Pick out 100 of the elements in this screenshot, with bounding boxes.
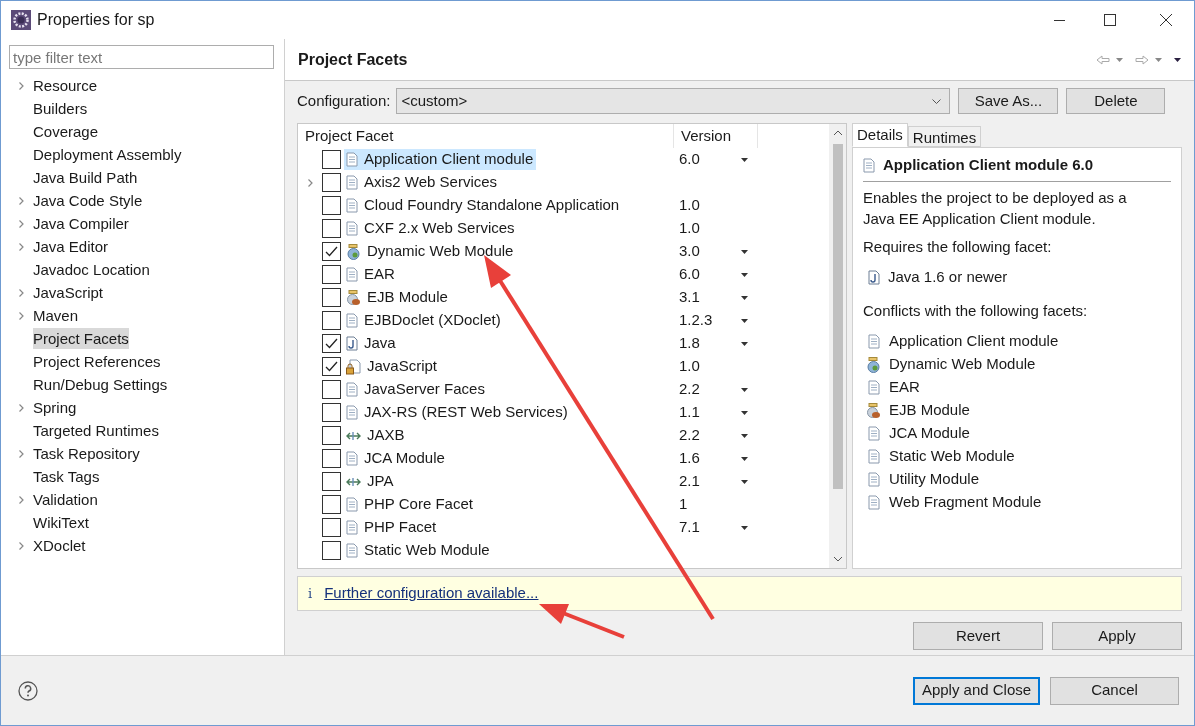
facet-name[interactable]: Axis2 Web Services (344, 172, 501, 193)
sidebar-item[interactable]: Java Code Style (33, 190, 143, 211)
checkbox[interactable] (322, 242, 341, 261)
facet-name[interactable]: JavaServer Faces (344, 379, 488, 400)
checkbox[interactable] (322, 449, 341, 468)
version-value[interactable]: 3.0 (679, 240, 741, 263)
chevron-right-icon[interactable] (17, 402, 25, 413)
facet-name[interactable]: JAXB (344, 425, 408, 446)
facet-name[interactable]: EJBDoclet (XDoclet) (344, 310, 504, 331)
sidebar-item[interactable]: Project Facets (33, 328, 129, 349)
sidebar-item[interactable]: Coverage (33, 121, 99, 142)
version-value[interactable]: 1.0 (679, 217, 741, 240)
sidebar-item[interactable]: Task Tags (33, 466, 100, 487)
checkbox[interactable] (322, 426, 341, 445)
checkbox[interactable] (322, 265, 341, 284)
config-action-button[interactable]: Save As... (958, 88, 1059, 114)
checkbox[interactable] (322, 150, 341, 169)
checkbox[interactable] (322, 518, 341, 537)
chevron-right-icon[interactable] (17, 80, 25, 91)
facet-name[interactable]: JCA Module (344, 448, 448, 469)
dropdown-triangle-icon[interactable] (741, 410, 748, 415)
sidebar-item[interactable]: Javadoc Location (33, 259, 150, 280)
version-value[interactable]: 1.8 (679, 332, 741, 355)
version-value[interactable]: 1.6 (679, 447, 741, 470)
dropdown-triangle-icon[interactable] (741, 387, 748, 392)
column-header[interactable]: Version (674, 124, 758, 148)
sidebar-item[interactable]: Validation (33, 489, 98, 510)
checkbox[interactable] (322, 403, 341, 422)
sidebar-item[interactable]: Java Build Path (33, 167, 138, 188)
sidebar-item[interactable]: Resource (33, 75, 98, 96)
chevron-right-icon[interactable] (306, 177, 314, 188)
dropdown-triangle-icon[interactable] (741, 272, 748, 277)
sidebar-item[interactable]: JavaScript (33, 282, 104, 303)
version-value[interactable]: 6.0 (679, 263, 741, 286)
dropdown-triangle-icon[interactable] (741, 295, 748, 300)
details-tab[interactable]: Runtimes (907, 126, 982, 147)
sidebar-item[interactable]: Java Editor (33, 236, 109, 257)
facet-name[interactable]: JavaScript (344, 356, 441, 377)
facet-name[interactable]: CXF 2.x Web Services (344, 218, 518, 239)
version-value[interactable]: 1.0 (679, 194, 741, 217)
dropdown-triangle-icon[interactable] (741, 456, 748, 461)
chevron-right-icon[interactable] (17, 540, 25, 551)
chevron-right-icon[interactable] (17, 195, 25, 206)
sidebar-item[interactable]: Spring (33, 397, 77, 418)
dropdown-triangle-icon[interactable] (741, 433, 748, 438)
version-value[interactable]: 1.0 (679, 355, 741, 378)
checkbox[interactable] (322, 380, 341, 399)
chevron-right-icon[interactable] (17, 494, 25, 505)
checkbox[interactable] (322, 472, 341, 491)
page-action-button[interactable]: Apply (1052, 622, 1182, 650)
further-configuration-link[interactable]: Further configuration available... (324, 582, 539, 605)
facet-name[interactable]: Cloud Foundry Standalone Application (344, 195, 623, 216)
dropdown-triangle-icon[interactable] (1174, 57, 1181, 62)
facet-name[interactable]: Application Client module (344, 149, 537, 170)
version-value[interactable]: 2.1 (679, 470, 741, 493)
checkbox[interactable] (322, 196, 341, 215)
version-value[interactable]: 7.1 (679, 516, 741, 539)
chevron-right-icon[interactable] (17, 310, 25, 321)
facet-name[interactable]: Dynamic Web Module (344, 241, 517, 262)
facet-name[interactable]: PHP Facet (344, 517, 440, 538)
facet-name[interactable]: JAX-RS (REST Web Services) (344, 402, 571, 423)
page-action-button[interactable]: Revert (913, 622, 1043, 650)
facet-name[interactable]: PHP Core Facet (344, 494, 476, 515)
checkbox[interactable] (322, 311, 341, 330)
sidebar-item[interactable]: Task Repository (33, 443, 140, 464)
dropdown-triangle-icon[interactable] (741, 157, 748, 162)
dropdown-triangle-icon[interactable] (741, 479, 748, 484)
sidebar-item[interactable]: Builders (33, 98, 88, 119)
version-value[interactable]: 2.2 (679, 424, 741, 447)
scrollbar[interactable] (829, 124, 846, 568)
dialog-button[interactable]: Cancel (1050, 676, 1179, 705)
facet-name[interactable]: EAR (344, 264, 398, 285)
sidebar-item[interactable]: Project References (33, 351, 161, 372)
facet-name[interactable]: Java (344, 333, 399, 354)
filter-field[interactable]: type filter text (9, 45, 274, 69)
chevron-right-icon[interactable] (17, 218, 25, 229)
dialog-button[interactable]: Apply and Close (913, 676, 1040, 705)
version-value[interactable]: 1 (679, 493, 741, 516)
dropdown-triangle-icon[interactable] (741, 525, 748, 530)
help-icon[interactable] (18, 680, 38, 701)
version-value[interactable]: 6.0 (679, 148, 741, 171)
sidebar-item[interactable]: Java Compiler (33, 213, 129, 234)
sidebar-item[interactable]: Targeted Runtimes (33, 420, 159, 441)
sidebar-item[interactable]: WikiText (33, 512, 89, 533)
facet-name[interactable]: Static Web Module (344, 540, 493, 561)
checkbox[interactable] (322, 173, 341, 192)
sidebar-item[interactable]: Run/Debug Settings (33, 374, 168, 395)
version-value[interactable]: 2.2 (679, 378, 741, 401)
sidebar-item[interactable]: Maven (33, 305, 79, 326)
chevron-right-icon[interactable] (17, 241, 25, 252)
checkbox[interactable] (322, 288, 341, 307)
chevron-right-icon[interactable] (17, 287, 25, 298)
column-header[interactable]: Project Facet (298, 124, 674, 148)
checkbox[interactable] (322, 334, 341, 353)
details-tab[interactable]: Details (852, 123, 908, 147)
version-value[interactable]: 1.1 (679, 401, 741, 424)
config-action-button[interactable]: Delete (1066, 88, 1166, 114)
dropdown-triangle-icon[interactable] (741, 249, 748, 254)
version-value[interactable]: 3.1 (679, 286, 741, 309)
version-value[interactable]: 1.2.3 (679, 309, 741, 332)
